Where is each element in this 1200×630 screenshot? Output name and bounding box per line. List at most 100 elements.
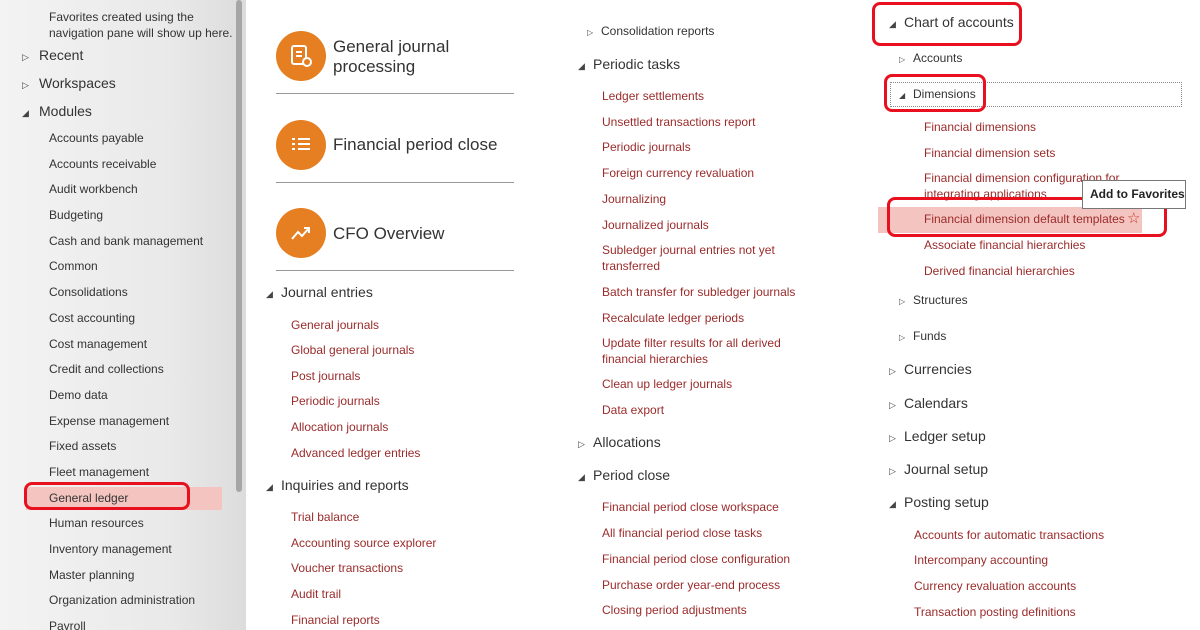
link-derived-financial-hierarchies[interactable]: Derived financial hierarchies: [924, 263, 1075, 279]
module-organization-administration[interactable]: Organization administration: [0, 588, 236, 614]
group-inquiries-and-reports[interactable]: ◢ Inquiries and reports: [266, 477, 409, 493]
group-allocations[interactable]: ▷ Allocations: [578, 434, 661, 450]
module-accounts-receivable[interactable]: Accounts receivable: [0, 152, 236, 178]
link-period-close-configuration[interactable]: Financial period close configuration: [602, 551, 790, 567]
module-human-resources[interactable]: Human resources: [0, 511, 236, 537]
link-closing-period-adjustments[interactable]: Closing period adjustments: [602, 602, 747, 618]
link-financial-dimensions[interactable]: Financial dimensions: [924, 119, 1036, 135]
link-period-close-workspace[interactable]: Financial period close workspace: [602, 499, 779, 515]
link-associate-financial-hierarchies[interactable]: Associate financial hierarchies: [924, 237, 1085, 253]
group-journal-setup[interactable]: ▷ Journal setup: [889, 461, 988, 477]
link-transaction-posting-definitions[interactable]: Transaction posting definitions: [914, 604, 1076, 620]
group-funds[interactable]: ▷ Funds: [899, 329, 946, 343]
link-periodic-journals[interactable]: Periodic journals: [291, 393, 380, 409]
tile-title: CFO Overview: [333, 224, 445, 243]
triangle-down-icon: ◢: [266, 289, 273, 299]
module-audit-workbench[interactable]: Audit workbench: [0, 177, 236, 203]
module-budgeting[interactable]: Budgeting: [0, 203, 236, 229]
module-cost-accounting[interactable]: Cost accounting: [0, 306, 236, 332]
link-financial-dimension-sets[interactable]: Financial dimension sets: [924, 145, 1055, 161]
module-common[interactable]: Common: [0, 254, 236, 280]
triangle-right-icon: ▷: [578, 439, 585, 449]
link-post-journals[interactable]: Post journals: [291, 368, 360, 384]
module-master-planning[interactable]: Master planning: [0, 563, 236, 589]
triangle-down-icon: ◢: [266, 482, 273, 492]
triangle-right-icon: ▷: [22, 52, 29, 62]
link-all-period-close-tasks[interactable]: All financial period close tasks: [602, 525, 762, 541]
group-currencies[interactable]: ▷ Currencies: [889, 361, 972, 377]
module-consolidations[interactable]: Consolidations: [0, 280, 236, 306]
nav-recent[interactable]: ▷ Recent: [22, 44, 83, 66]
divider: [276, 182, 514, 183]
link-subledger-entries-not-transferred[interactable]: Subledger journal entries not yet transf…: [602, 242, 792, 274]
journal-icon: [276, 31, 326, 81]
module-expense-management[interactable]: Expense management: [0, 409, 236, 435]
module-accounts-payable[interactable]: Accounts payable: [0, 126, 236, 152]
link-journalizing[interactable]: Journalizing: [602, 191, 666, 207]
link-data-export[interactable]: Data export: [602, 402, 664, 418]
module-list: Accounts payable Accounts receivable Aud…: [0, 126, 236, 630]
link-accounts-automatic-transactions[interactable]: Accounts for automatic transactions: [914, 527, 1104, 543]
group-ledger-setup[interactable]: ▷ Ledger setup: [889, 428, 986, 444]
tile-financial-period-close[interactable]: Financial period close: [276, 120, 514, 184]
link-advanced-ledger-entries[interactable]: Advanced ledger entries: [291, 445, 420, 461]
favorites-hint: Favorites created using the navigation p…: [49, 10, 233, 40]
link-trial-balance[interactable]: Trial balance: [291, 509, 359, 525]
triangle-right-icon: ▷: [22, 80, 29, 90]
link-clean-up-ledger-journals[interactable]: Clean up ledger journals: [602, 376, 732, 392]
module-credit-and-collections[interactable]: Credit and collections: [0, 357, 236, 383]
link-recalculate-ledger-periods[interactable]: Recalculate ledger periods: [602, 310, 744, 326]
group-consolidation-reports[interactable]: ▷ Consolidation reports: [587, 24, 714, 38]
link-periodic-journals-2[interactable]: Periodic journals: [602, 139, 691, 155]
module-fixed-assets[interactable]: Fixed assets: [0, 434, 236, 460]
triangle-right-icon: ▷: [889, 366, 896, 376]
module-cost-management[interactable]: Cost management: [0, 332, 236, 358]
module-inventory-management[interactable]: Inventory management: [0, 537, 236, 563]
module-cash-and-bank-management[interactable]: Cash and bank management: [0, 229, 236, 255]
link-general-journals[interactable]: General journals: [291, 317, 379, 333]
link-po-year-end-process[interactable]: Purchase order year-end process: [602, 577, 780, 593]
tile-cfo-overview[interactable]: CFO Overview: [276, 208, 514, 272]
module-payroll[interactable]: Payroll: [0, 614, 236, 630]
triangle-right-icon: ▷: [889, 466, 896, 476]
link-financial-reports[interactable]: Financial reports: [291, 612, 380, 628]
general-ledger-highlight: [24, 482, 190, 510]
nav-scrollbar[interactable]: [236, 0, 242, 492]
link-update-filter-results[interactable]: Update filter results for all derived fi…: [602, 335, 802, 367]
triangle-down-icon: ◢: [578, 61, 585, 71]
module-demo-data[interactable]: Demo data: [0, 383, 236, 409]
group-structures[interactable]: ▷ Structures: [899, 293, 968, 307]
link-accounting-source-explorer[interactable]: Accounting source explorer: [291, 535, 436, 551]
divider: [276, 93, 514, 94]
nav-modules[interactable]: ◢ Modules: [22, 100, 92, 122]
triangle-right-icon: ▷: [899, 55, 906, 64]
group-calendars[interactable]: ▷ Calendars: [889, 395, 968, 411]
trend-icon: [276, 208, 326, 258]
group-accounts[interactable]: ▷ Accounts: [899, 51, 962, 65]
link-audit-trail[interactable]: Audit trail: [291, 586, 341, 602]
link-allocation-journals[interactable]: Allocation journals: [291, 419, 388, 435]
link-foreign-currency-revaluation[interactable]: Foreign currency revaluation: [602, 165, 754, 181]
dimensions-highlight: [884, 74, 986, 112]
link-global-general-journals[interactable]: Global general journals: [291, 342, 414, 358]
checklist-icon: [276, 120, 326, 170]
tile-general-journal-processing[interactable]: General journal processing: [276, 31, 514, 95]
link-currency-revaluation-accounts[interactable]: Currency revaluation accounts: [914, 578, 1076, 594]
link-batch-transfer-subledger[interactable]: Batch transfer for subledger journals: [602, 284, 795, 300]
link-unsettled-transactions-report[interactable]: Unsettled transactions report: [602, 114, 755, 130]
group-period-close[interactable]: ◢ Period close: [578, 467, 670, 483]
link-ledger-settlements[interactable]: Ledger settlements: [602, 88, 704, 104]
navigation-pane: Favorites created using the navigation p…: [0, 0, 246, 630]
triangle-right-icon: ▷: [899, 297, 906, 306]
link-voucher-transactions[interactable]: Voucher transactions: [291, 560, 403, 576]
triangle-down-icon: ◢: [889, 499, 896, 509]
group-posting-setup[interactable]: ◢ Posting setup: [889, 494, 989, 510]
triangle-down-icon: ◢: [578, 472, 585, 482]
group-periodic-tasks[interactable]: ◢ Periodic tasks: [578, 56, 680, 72]
add-to-favorites-tooltip: Add to Favorites: [1082, 180, 1186, 209]
group-journal-entries[interactable]: ◢ Journal entries: [266, 284, 373, 300]
tile-title: Financial period close: [333, 135, 498, 154]
link-journalized-journals[interactable]: Journalized journals: [602, 217, 709, 233]
link-intercompany-accounting[interactable]: Intercompany accounting: [914, 552, 1048, 568]
nav-workspaces[interactable]: ▷ Workspaces: [22, 72, 116, 94]
